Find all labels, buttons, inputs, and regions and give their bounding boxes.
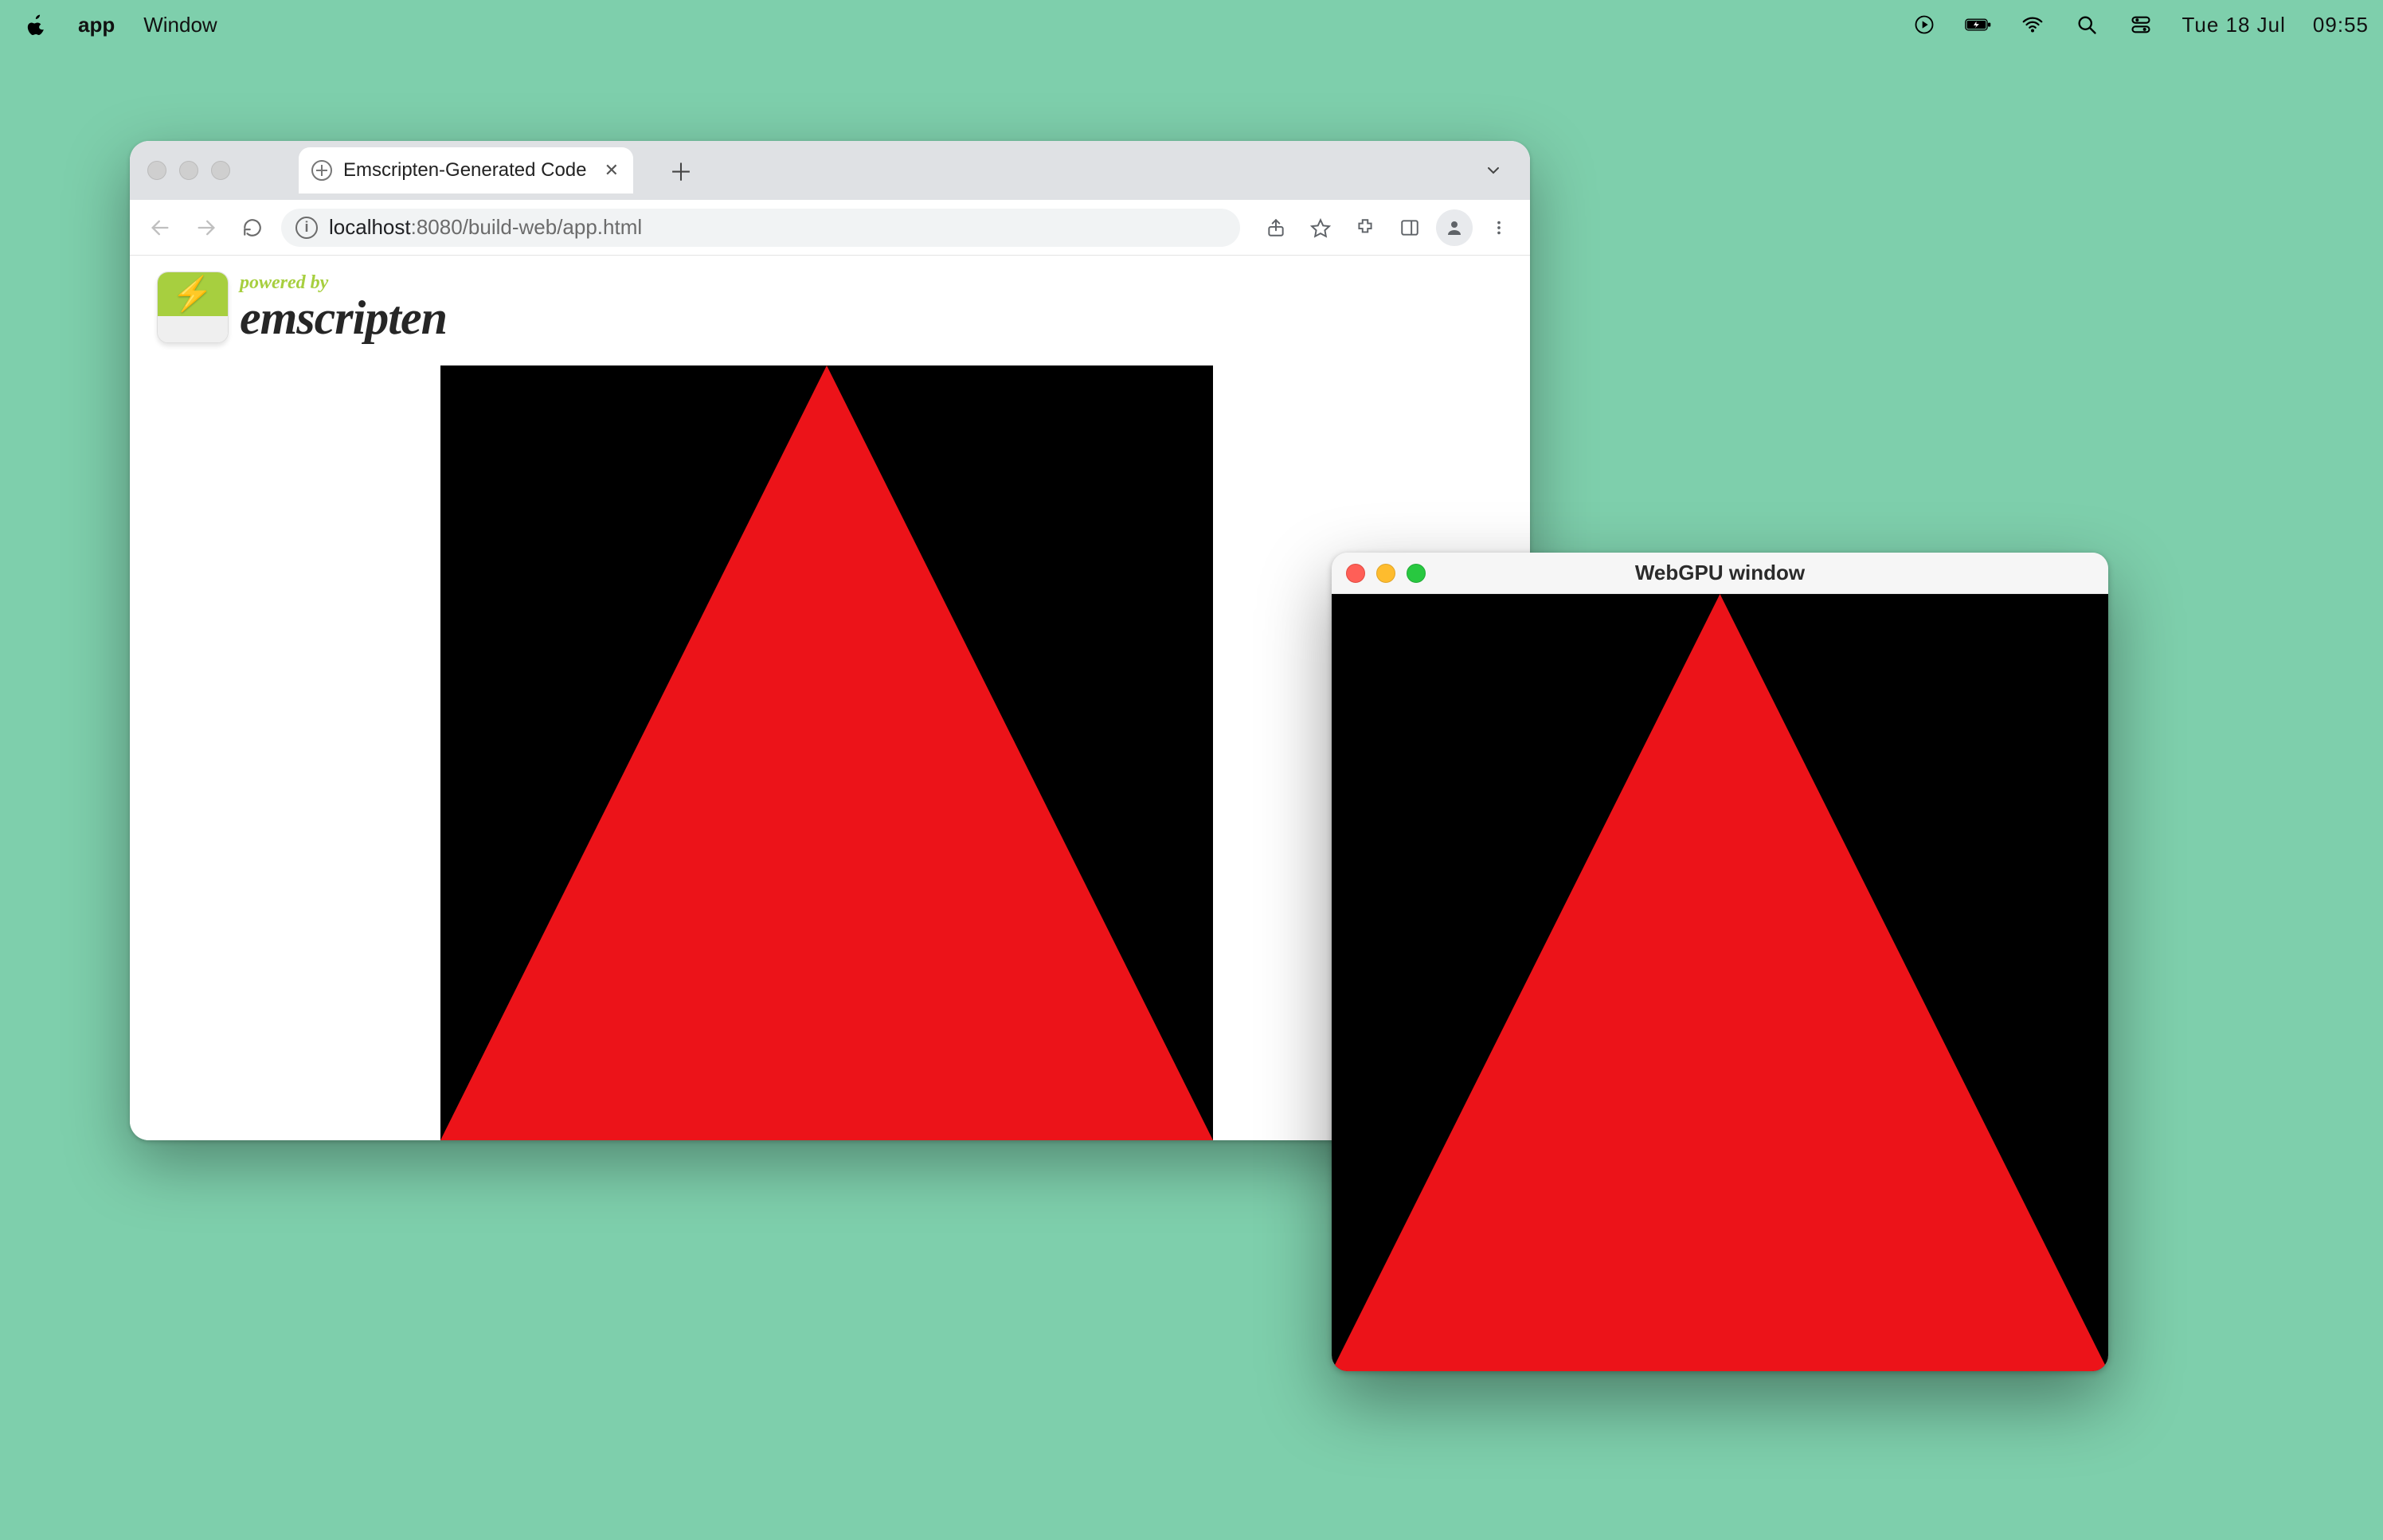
nav-reload-button[interactable]	[235, 210, 270, 245]
emscripten-banner: ⚡ powered by emscripten	[144, 265, 460, 350]
site-info-icon[interactable]: i	[295, 217, 318, 239]
address-bar[interactable]: i localhost:8080/build-web/app.html	[281, 209, 1240, 247]
url-text: localhost:8080/build-web/app.html	[329, 215, 642, 240]
bookmark-star-button[interactable]	[1302, 209, 1339, 246]
menubar-time[interactable]: 09:55	[2313, 13, 2369, 37]
emscripten-logo-icon: ⚡	[157, 272, 229, 343]
browser-tabstrip: Emscripten-Generated Code ✕ ＋	[130, 141, 1530, 200]
globe-favicon-icon	[311, 160, 332, 181]
macos-menubar: app Window Tue 18 Jul 09:55	[0, 0, 2383, 49]
chrome-menu-button[interactable]	[1481, 209, 1517, 246]
wifi-icon[interactable]	[2019, 11, 2046, 38]
menubar-app-name[interactable]: app	[78, 13, 115, 37]
native-minimize-button[interactable]	[1376, 564, 1395, 583]
browser-page-content: ⚡ powered by emscripten	[130, 256, 1530, 1140]
webgpu-canvas[interactable]	[440, 365, 1213, 1140]
traffic-minimize-icon[interactable]	[179, 161, 198, 180]
native-app-window: WebGPU window	[1332, 553, 2108, 1371]
screen-record-icon[interactable]	[1911, 11, 1938, 38]
sidepanel-button[interactable]	[1391, 209, 1428, 246]
emscripten-powered-by-label: powered by	[240, 273, 447, 292]
profile-avatar-button[interactable]	[1436, 209, 1473, 246]
native-zoom-button[interactable]	[1407, 564, 1426, 583]
native-window-title: WebGPU window	[1332, 561, 2108, 585]
browser-window: Emscripten-Generated Code ✕ ＋ i localhos…	[130, 141, 1530, 1140]
traffic-close-icon[interactable]	[147, 161, 166, 180]
menubar-item-window[interactable]: Window	[143, 13, 217, 37]
native-close-button[interactable]	[1346, 564, 1365, 583]
nav-back-button[interactable]	[143, 210, 178, 245]
native-canvas[interactable]	[1332, 594, 2108, 1371]
native-titlebar[interactable]: WebGPU window	[1332, 553, 2108, 594]
tab-close-icon[interactable]: ✕	[605, 160, 619, 181]
tabs-overflow-button[interactable]	[1477, 154, 1509, 186]
battery-charging-icon[interactable]	[1965, 11, 1992, 38]
extensions-button[interactable]	[1347, 209, 1383, 246]
spotlight-search-icon[interactable]	[2073, 11, 2100, 38]
traffic-zoom-icon[interactable]	[211, 161, 230, 180]
apple-logo-icon[interactable]	[22, 11, 49, 38]
browser-tab-active[interactable]: Emscripten-Generated Code ✕	[299, 147, 633, 193]
new-tab-button[interactable]: ＋	[663, 153, 698, 188]
browser-toolbar: i localhost:8080/build-web/app.html	[130, 200, 1530, 256]
control-center-icon[interactable]	[2127, 11, 2154, 38]
menubar-date[interactable]: Tue 18 Jul	[2181, 13, 2285, 37]
nav-forward-button[interactable]	[189, 210, 224, 245]
tab-title: Emscripten-Generated Code	[343, 159, 586, 182]
share-button[interactable]	[1258, 209, 1294, 246]
browser-traffic-lights[interactable]	[147, 161, 230, 180]
emscripten-wordmark: emscripten	[240, 294, 447, 342]
